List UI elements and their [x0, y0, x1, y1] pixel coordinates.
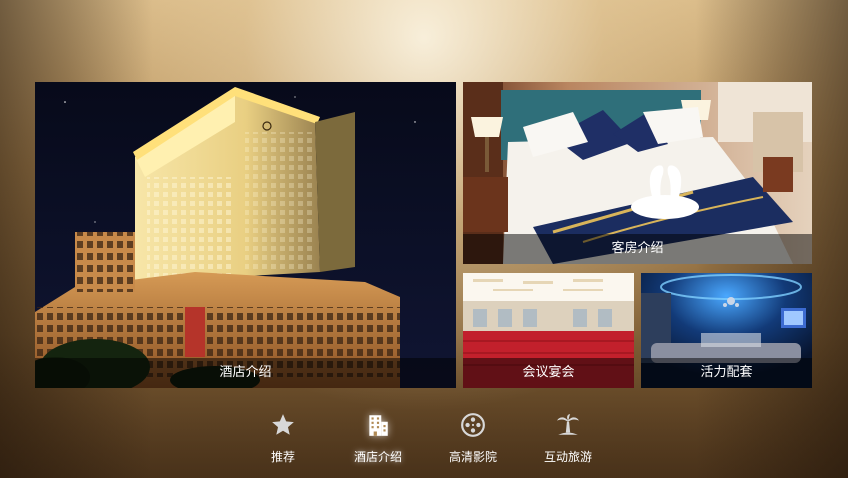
nav-item-interactive-travel[interactable]: 互动旅游 — [518, 410, 618, 465]
palm-tree-icon — [557, 414, 579, 435]
rooms-intro-tile[interactable]: 客房介绍 — [463, 82, 812, 264]
hotel-building-image — [35, 82, 456, 388]
film-reel-icon — [461, 413, 485, 437]
hotel-intro-label: 酒店介绍 — [35, 358, 456, 388]
star-icon — [272, 414, 294, 435]
amenities-tile[interactable]: 活力配套 — [641, 273, 812, 388]
nav-item-hotel-intro[interactable]: 酒店介绍 — [328, 410, 428, 465]
nav-item-recommend[interactable]: 推荐 — [233, 410, 333, 465]
nav-item-label: 酒店介绍 — [353, 450, 402, 464]
meeting-banquet-label: 会议宴会 — [463, 358, 634, 388]
nav-item-label: 推荐 — [270, 450, 295, 464]
nav-item-label: 互动旅游 — [543, 450, 592, 464]
amenities-label: 活力配套 — [641, 358, 812, 388]
nav-item-label: 高清影院 — [448, 450, 497, 464]
hotel-intro-tile[interactable]: 酒店介绍 — [35, 82, 456, 388]
meeting-banquet-tile[interactable]: 会议宴会 — [463, 273, 634, 388]
rooms-intro-label: 客房介绍 — [463, 234, 812, 264]
nav-item-hd-cinema[interactable]: 高清影院 — [423, 410, 523, 465]
building-icon — [369, 415, 388, 436]
bottom-navigation: 推荐 酒店介绍 高清影院 互动旅游 — [0, 410, 848, 470]
